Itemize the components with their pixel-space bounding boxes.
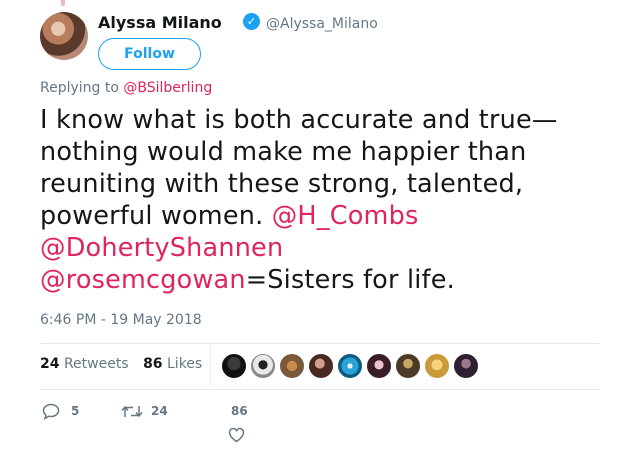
tweet-line: @rosemcgowan=Sisters for life. — [40, 264, 620, 296]
liker-avatar[interactable] — [221, 353, 247, 379]
likes-stat[interactable]: 86 Likes — [143, 356, 202, 372]
likes-count: 86 — [143, 356, 163, 372]
reply-count: 5 — [71, 404, 80, 418]
author-name[interactable]: Alyssa Milano — [98, 13, 222, 32]
tweet-text-segment: =Sisters for life. — [245, 265, 455, 295]
tweet-line: @DohertyShannen — [40, 232, 620, 264]
tweet-text-segment: powerful women. — [40, 201, 272, 231]
stats-separator — [210, 344, 211, 386]
retweets-stat[interactable]: 24 Retweets — [40, 356, 129, 372]
liker-avatar[interactable] — [366, 353, 392, 379]
tweet-timestamp[interactable]: 6:46 PM - 19 May 2018 — [40, 312, 202, 328]
follow-button[interactable]: Follow — [98, 38, 201, 70]
tweet-line: powerful women. @H_Combs — [40, 200, 620, 232]
replying-to: Replying to @BSilberling — [40, 80, 212, 96]
reply-icon — [42, 403, 60, 420]
tweet-text: I know what is both accurate and true— n… — [40, 104, 620, 296]
retweet-count: 24 — [151, 404, 168, 418]
liker-avatar[interactable] — [250, 353, 276, 379]
verified-badge-icon: ✓ — [243, 13, 260, 30]
liker-avatar[interactable] — [453, 353, 479, 379]
mention-link[interactable]: @DohertyShannen — [40, 233, 283, 263]
retweets-label: Retweets — [63, 356, 129, 372]
avatar[interactable] — [40, 12, 88, 60]
likes-label: Likes — [167, 356, 203, 372]
heart-icon — [228, 427, 245, 443]
liker-avatar[interactable] — [308, 353, 334, 379]
tweet-stats: 24 Retweets 86 Likes — [40, 356, 202, 372]
tweet-line: I know what is both accurate and true— — [40, 105, 558, 135]
mention-link[interactable]: @H_Combs — [272, 201, 419, 231]
retweet-icon — [121, 406, 143, 417]
like-count: 86 — [231, 404, 248, 418]
reply-mention-link[interactable]: @BSilberling — [123, 80, 212, 96]
tweet-line: nothing would make me happier than — [40, 137, 527, 167]
replying-to-label: Replying to — [40, 80, 119, 96]
divider — [40, 343, 600, 344]
liker-avatar[interactable] — [395, 353, 421, 379]
divider — [40, 389, 600, 390]
retweets-count: 24 — [40, 356, 60, 372]
liker-avatar[interactable] — [279, 353, 305, 379]
mention-link[interactable]: @rosemcgowan — [40, 265, 246, 295]
tweet-line: reuniting with these strong, talented, — [40, 169, 524, 199]
liker-avatar[interactable] — [337, 353, 363, 379]
liker-avatar[interactable] — [424, 353, 450, 379]
thread-connector — [61, 0, 65, 6]
author-handle[interactable]: @Alyssa_Milano — [266, 16, 378, 32]
